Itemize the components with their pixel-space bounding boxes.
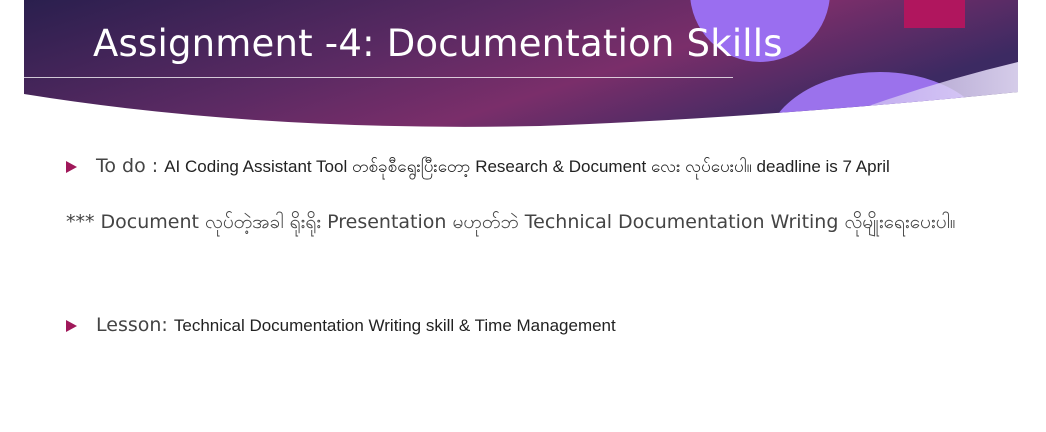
documentation-note: *** Document လုပ်တဲ့အခါ ရိုးရိုး Present… [66,211,956,233]
bullet-arrow-icon [66,161,77,173]
bullet-lesson-lead: Lesson: [96,314,174,336]
bullet-arrow-icon [66,320,77,332]
bullet-lesson-body: Technical Documentation Writing skill & … [173,316,616,335]
slide: Assignment -4: Documentation Skills To d… [0,0,1046,432]
bullet-todo-lead: To do : [96,155,165,177]
bullet-todo-body: AI Coding Assistant Tool တစ်ခုစီရွေးပြီး… [164,157,890,176]
bullet-todo-text: To do : AI Coding Assistant Tool တစ်ခုစီ… [96,152,976,182]
bullet-lesson-text: Lesson: Technical Documentation Writing … [96,311,976,341]
slide-content: To do : AI Coding Assistant Tool တစ်ခုစီ… [0,0,1046,432]
